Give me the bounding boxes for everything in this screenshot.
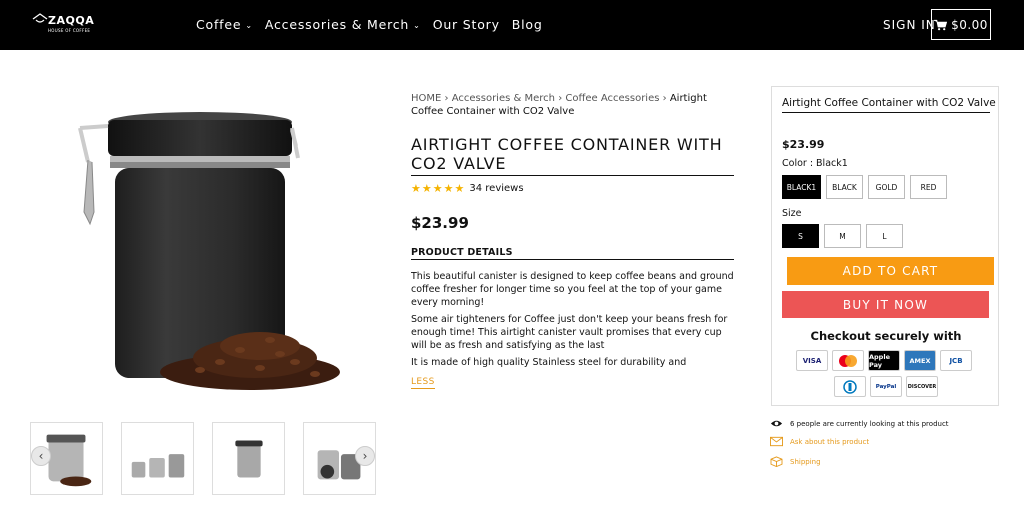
thumbnail-image xyxy=(131,454,185,478)
apple-pay-icon: Apple Pay xyxy=(868,350,900,371)
visa-icon: VISA xyxy=(796,350,828,371)
breadcrumb-separator: › xyxy=(444,93,449,104)
nav-label: Our Story xyxy=(432,17,500,32)
viewers-notice: 6 people are currently looking at this p… xyxy=(770,418,949,429)
thumbnail-prev-button[interactable]: ‹ xyxy=(31,446,51,466)
star-icon: ★ xyxy=(454,182,465,195)
house-logo-icon xyxy=(32,13,48,23)
size-option-m[interactable]: M xyxy=(824,224,861,248)
nav-label: Coffee xyxy=(196,17,242,32)
panel-title-divider xyxy=(782,112,990,113)
description-paragraph: This beautiful canister is designed to k… xyxy=(411,271,734,308)
cart-button[interactable]: $0.00 xyxy=(931,9,991,40)
checkout-securely-text: Checkout securely with xyxy=(810,329,962,343)
title-divider xyxy=(411,175,734,176)
breadcrumb: HOME › Accessories & Merch › Coffee Acce… xyxy=(411,92,731,118)
paypal-icon: PayPal xyxy=(870,376,902,397)
details-divider xyxy=(411,259,734,260)
shopping-cart-icon xyxy=(934,19,948,30)
product-main-image[interactable] xyxy=(70,100,360,400)
color-option-black1[interactable]: BLACK1 xyxy=(782,175,821,199)
logo-brand-text: ZAQQA xyxy=(48,14,95,27)
nav-item-blog[interactable]: Blog xyxy=(512,17,543,32)
diners-club-icon xyxy=(834,376,866,397)
star-icon: ★ xyxy=(443,182,454,195)
viewers-text: 6 people are currently looking at this p… xyxy=(790,419,949,428)
shipping-text: Shipping xyxy=(790,457,821,466)
jcb-icon: JCB xyxy=(940,350,972,371)
panel-price: $23.99 xyxy=(782,138,825,151)
color-option-red[interactable]: RED xyxy=(910,175,947,199)
thumbnail-image xyxy=(235,440,263,478)
size-options: S M L xyxy=(782,224,903,248)
nav-item-our-story[interactable]: Our Story xyxy=(433,17,500,32)
panel-product-title: Airtight Coffee Container with CO2 Valve xyxy=(782,97,996,109)
ask-about-product-text: Ask about this product xyxy=(790,437,870,446)
eye-icon xyxy=(770,420,783,427)
review-count: 34 reviews xyxy=(469,183,524,194)
purchase-panel: Airtight Coffee Container with CO2 Valve… xyxy=(771,86,999,406)
cart-total: $0.00 xyxy=(951,17,988,32)
size-option-l[interactable]: L xyxy=(866,224,903,248)
description-paragraph: It is made of high quality Stainless ste… xyxy=(411,357,687,368)
logo-tagline: HOUSE OF COFFEE xyxy=(48,28,91,33)
product-details-heading: PRODUCT DETAILS xyxy=(411,247,513,258)
star-icon: ★ xyxy=(432,182,443,195)
color-options: BLACK1 BLACK GOLD RED xyxy=(782,175,947,199)
breadcrumb-separator: › xyxy=(558,93,563,104)
less-toggle-link[interactable]: LESS xyxy=(411,377,435,389)
star-icon: ★ xyxy=(421,182,432,195)
mastercard-icon xyxy=(832,350,864,371)
nav-item-coffee[interactable]: Coffee ⌄ xyxy=(196,17,253,32)
chevron-right-icon: › xyxy=(362,449,368,463)
breadcrumb-home[interactable]: HOME xyxy=(411,93,441,104)
add-to-cart-button[interactable]: ADD TO CART xyxy=(787,257,994,285)
ask-about-product-link[interactable]: Ask about this product xyxy=(770,436,869,447)
product-title: AIRTIGHT COFFEE CONTAINER WITH CO2 VALVE xyxy=(411,135,723,173)
product-description: This beautiful canister is designed to k… xyxy=(411,270,736,368)
color-option-black[interactable]: BLACK xyxy=(826,175,863,199)
top-navigation-bar: ZAQQA HOUSE OF COFFEE Coffee ⌄ Accessori… xyxy=(0,0,1024,50)
nav-label: Blog xyxy=(511,17,543,32)
breadcrumb-coffee-accessories[interactable]: Coffee Accessories xyxy=(565,93,659,104)
nav-label: Accessories & Merch xyxy=(264,17,410,32)
store-logo[interactable]: ZAQQA HOUSE OF COFFEE xyxy=(32,13,94,37)
nav-item-accessories-merch[interactable]: Accessories & Merch ⌄ xyxy=(265,17,421,32)
color-option-gold[interactable]: GOLD xyxy=(868,175,905,199)
envelope-icon xyxy=(770,436,783,447)
sign-in-link[interactable]: SIGN IN xyxy=(883,18,936,32)
chevron-down-icon: ⌄ xyxy=(413,21,421,30)
rating-summary[interactable]: ★ ★ ★ ★ ★ 34 reviews xyxy=(411,182,524,195)
product-thumbnail[interactable] xyxy=(212,422,285,495)
shipping-link[interactable]: Shipping xyxy=(770,456,821,467)
buy-it-now-button[interactable]: BUY IT NOW xyxy=(782,291,989,318)
size-label: Size xyxy=(782,208,802,219)
breadcrumb-accessories-merch[interactable]: Accessories & Merch xyxy=(452,93,555,104)
payment-icons-row: VISA Apple Pay AMEX JCB xyxy=(796,350,972,371)
product-price: $23.99 xyxy=(411,214,469,232)
discover-icon: DISCOVER xyxy=(906,376,938,397)
product-thumbnail[interactable] xyxy=(121,422,194,495)
thumbnail-next-button[interactable]: › xyxy=(355,446,375,466)
breadcrumb-separator: › xyxy=(662,93,667,104)
payment-icons-row: PayPal DISCOVER xyxy=(834,376,938,397)
chevron-down-icon: ⌄ xyxy=(245,21,253,30)
amex-icon: AMEX xyxy=(904,350,936,371)
package-icon xyxy=(770,456,783,467)
chevron-left-icon: ‹ xyxy=(38,449,44,463)
star-icon: ★ xyxy=(411,182,421,195)
size-option-s[interactable]: S xyxy=(782,224,819,248)
main-nav: Coffee ⌄ Accessories & Merch ⌄ Our Story… xyxy=(196,17,543,32)
color-label: Color : Black1 xyxy=(782,158,848,169)
description-paragraph: Some air tighteners for Coffee just don'… xyxy=(411,314,728,351)
